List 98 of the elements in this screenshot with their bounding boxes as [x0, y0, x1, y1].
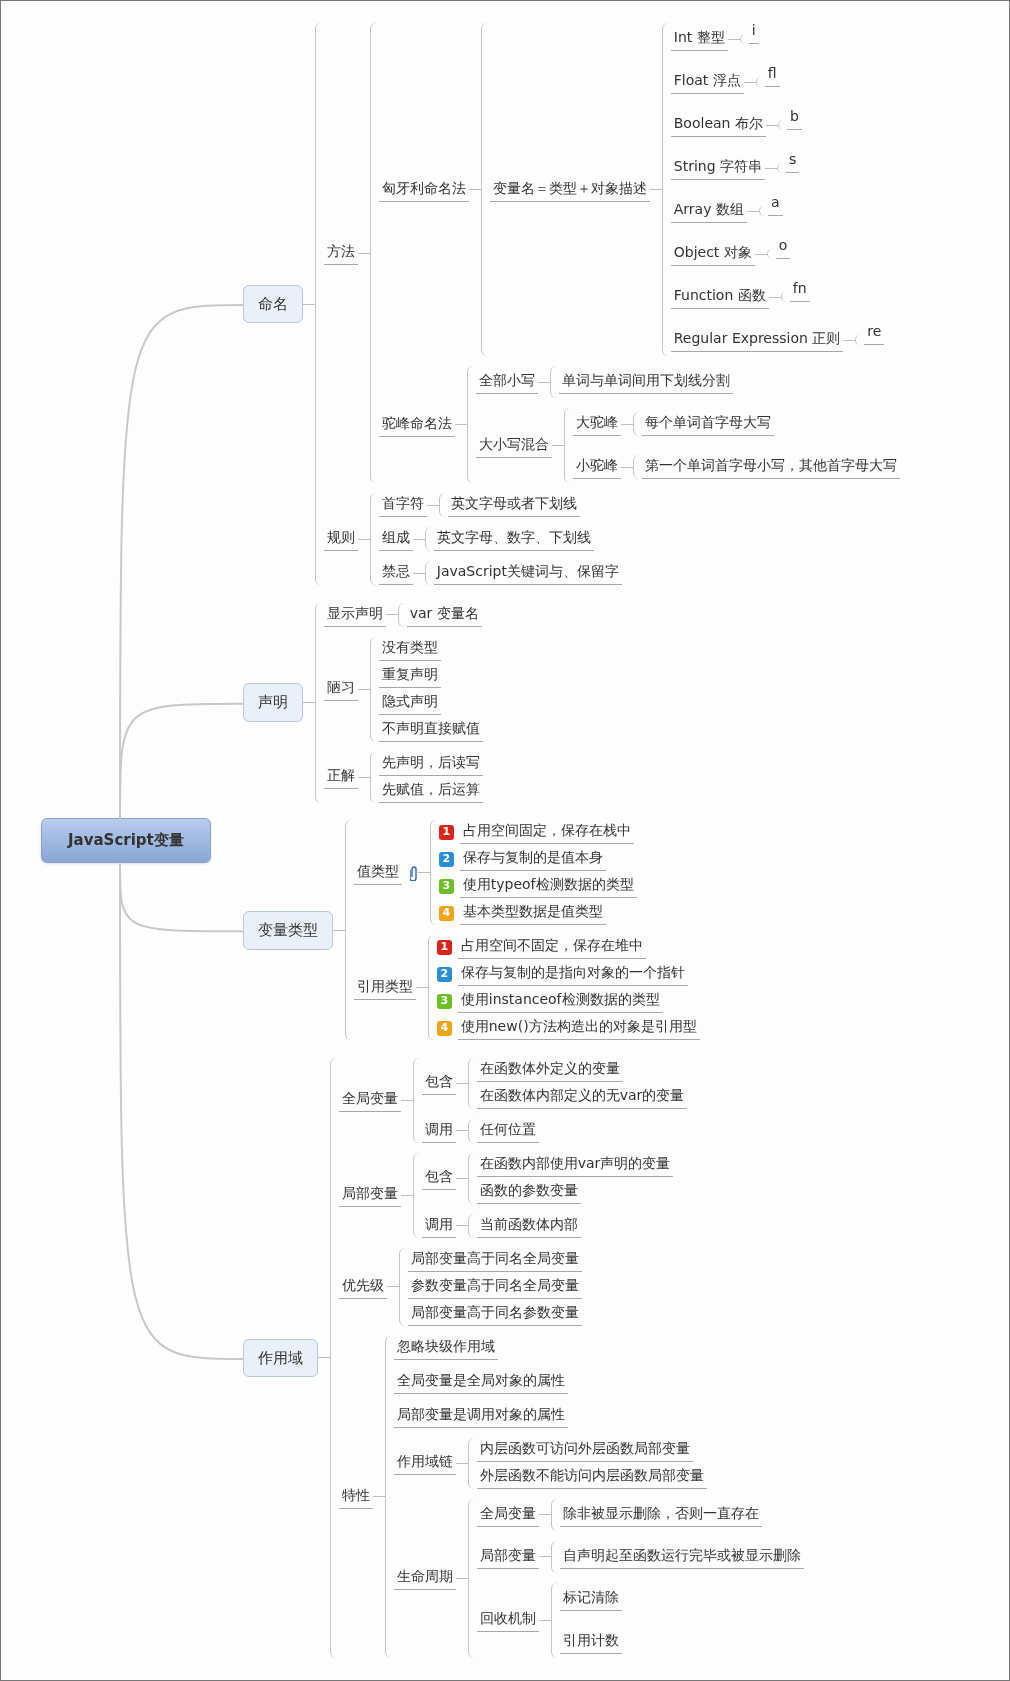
topic-label: 引用计数 — [559, 1629, 622, 1654]
topic-label: 内层函数可访问外层函数局部变量 — [476, 1437, 693, 1462]
topic-label: i — [748, 20, 759, 44]
topic-label: 大小写混合 — [475, 433, 552, 458]
topic-label: 全局变量 — [476, 1502, 539, 1527]
topic-label: 基本类型数据是值类型 — [459, 901, 606, 926]
topic-label: Function 函数 — [670, 285, 769, 309]
topic-label: 首字符 — [378, 493, 427, 517]
topic-label: Boolean 布尔 — [670, 113, 766, 137]
topic-label: var 变量名 — [406, 602, 482, 627]
priority-badge: 3 — [436, 993, 452, 1009]
topic-label: 回收机制 — [476, 1608, 539, 1633]
topic-label: 局部变量是调用对象的属性 — [393, 1403, 568, 1428]
topic-label: 在函数内部使用var声明的变量 — [476, 1152, 674, 1177]
topic-label: s — [786, 149, 800, 173]
topic-label: 每个单词首字母大写 — [641, 412, 774, 436]
topic-label: 局部变量 — [338, 1183, 401, 1208]
topic-label: 优先级 — [338, 1274, 387, 1299]
topic-label: 单词与单词间用下划线分割 — [558, 370, 733, 394]
main-topic: 命名 — [242, 284, 303, 324]
topic-label: 组成 — [378, 527, 413, 551]
topic-label: 规则 — [323, 527, 358, 551]
priority-badge: 4 — [436, 1020, 452, 1036]
topic-label: 全局变量是全局对象的属性 — [393, 1369, 568, 1394]
topic-label: 忽略块级作用域 — [393, 1335, 498, 1360]
topic-label: 英文字母或者下划线 — [447, 493, 580, 517]
topic-label: 占用空间固定，保存在栈中 — [459, 820, 634, 845]
topic-label: 作用域链 — [393, 1451, 456, 1476]
topic-label: a — [767, 192, 783, 216]
topic-label: 先声明，后读写 — [378, 751, 483, 776]
topic-label: Int 整型 — [670, 27, 728, 51]
topic-label: 自声明起至函数运行完毕或被显示删除 — [559, 1544, 804, 1569]
topic-label: 包含 — [421, 1071, 456, 1096]
topic-label: 禁忌 — [378, 561, 413, 585]
topic-label: o — [775, 235, 791, 259]
topic-label: 显示声明 — [323, 602, 386, 627]
priority-badge: 2 — [438, 851, 454, 867]
topic-label: 在函数体外定义的变量 — [476, 1057, 623, 1082]
topic-label: 局部变量 — [476, 1544, 539, 1569]
topic-label: 标记清除 — [559, 1586, 622, 1611]
topic-label: 任何位置 — [476, 1118, 539, 1143]
priority-badge: 1 — [438, 824, 454, 840]
topic-label: re — [864, 321, 885, 345]
topic-label: 除非被显示删除，否则一直存在 — [559, 1502, 762, 1527]
topic-label: Float 浮点 — [670, 70, 744, 94]
topic-label: 保存与复制的是值本身 — [459, 847, 606, 872]
topic-label: 使用new()方法构造出的对象是引用型 — [457, 1016, 700, 1041]
topic-label: 使用typeof检测数据的类型 — [459, 874, 637, 899]
topic-label: 陋习 — [323, 677, 358, 702]
topic-label: String 字符串 — [670, 156, 765, 180]
priority-badge: 2 — [436, 966, 452, 982]
topic-label: 调用 — [421, 1118, 456, 1143]
topic-label: 包含 — [421, 1166, 456, 1191]
topic-label: fn — [789, 278, 810, 302]
topic-label: 局部变量高于同名全局变量 — [407, 1247, 582, 1272]
topic-label: 引用类型 — [353, 975, 416, 1000]
topic-label: 外层函数不能访问内层函数局部变量 — [476, 1464, 707, 1489]
topic-label: 函数的参数变量 — [476, 1179, 581, 1204]
topic-label: 参数变量高于同名全局变量 — [407, 1274, 582, 1299]
topic-label: 没有类型 — [378, 636, 441, 661]
topic-label: Object 对象 — [670, 242, 755, 266]
topic-label: 全局变量 — [338, 1088, 401, 1113]
central-topic: JavaScript变量 — [41, 818, 211, 863]
main-topic: 声明 — [242, 683, 303, 722]
topic-label: Array 数组 — [670, 199, 747, 223]
topic-label: 匈牙利命名法 — [378, 177, 469, 202]
topic-label: 驼峰命名法 — [378, 412, 455, 437]
topic-label: b — [786, 106, 802, 130]
topic-label: 局部变量高于同名参数变量 — [407, 1301, 582, 1326]
topic-label: 调用 — [421, 1213, 456, 1238]
topic-label: 在函数体内部定义的无var的变量 — [476, 1084, 688, 1109]
topic-label: 占用空间不固定，保存在堆中 — [457, 935, 646, 960]
priority-badge: 1 — [436, 939, 452, 955]
main-topic: 变量类型 — [242, 911, 333, 950]
topic-label: 第一个单词首字母小写，其他首字母大写 — [641, 455, 900, 479]
topic-label: 英文字母、数字、下划线 — [433, 527, 594, 551]
topic-label: 小驼峰 — [572, 455, 621, 479]
topic-label: 全部小写 — [475, 370, 538, 394]
topic-label: 隐式声明 — [378, 690, 441, 715]
topic-label: 当前函数体内部 — [476, 1213, 581, 1238]
main-topic: 作用域 — [242, 1338, 318, 1378]
topic-label: fl — [764, 63, 780, 87]
topic-label: 使用instanceof检测数据的类型 — [457, 989, 663, 1014]
topic-label: JavaScript关键词与、保留字 — [433, 561, 622, 585]
topic-label: 正解 — [323, 765, 358, 790]
topic-label: 方法 — [323, 241, 358, 265]
topic-label: 大驼峰 — [572, 412, 621, 436]
priority-badge: 4 — [438, 905, 454, 921]
topic-label: 重复声明 — [378, 663, 441, 688]
priority-badge: 3 — [438, 878, 454, 894]
topic-label: 值类型 — [353, 860, 402, 885]
topic-label: 生命周期 — [393, 1566, 456, 1591]
topic-label: Regular Expression 正则 — [670, 328, 844, 352]
topic-label: 变量名＝类型＋对象描述 — [489, 177, 650, 202]
topic-label: 先赋值，后运算 — [378, 778, 483, 803]
topic-label: 特性 — [338, 1484, 373, 1509]
topic-label: 不声明直接赋值 — [378, 717, 483, 742]
topic-label: 保存与复制的是指向对象的一个指针 — [457, 962, 688, 987]
